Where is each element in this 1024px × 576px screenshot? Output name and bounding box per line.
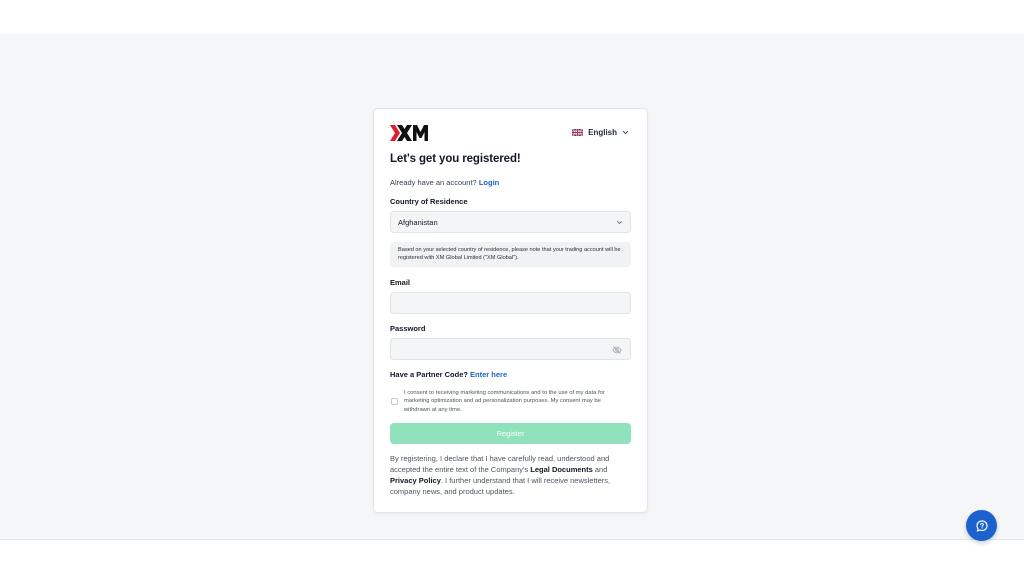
chat-button[interactable]: [966, 510, 997, 541]
language-label: English: [588, 128, 617, 137]
have-account-line: Already have an account? Login: [390, 178, 499, 187]
consent-checkbox[interactable]: [391, 398, 398, 405]
login-link[interactable]: Login: [479, 178, 499, 187]
partner-code-line: Have a Partner Code? Enter here: [390, 370, 507, 379]
eye-off-icon[interactable]: [612, 345, 622, 355]
residence-notice: Based on your selected country of reside…: [390, 242, 631, 267]
partner-prompt: Have a Partner Code?: [390, 370, 468, 379]
country-select[interactable]: Afghanistan: [390, 211, 631, 233]
email-field[interactable]: [390, 292, 631, 314]
consent-text: I consent to receiving marketing communi…: [404, 390, 605, 413]
page-title: Let's get you registered!: [390, 153, 521, 165]
enter-partner-code-link[interactable]: Enter here: [470, 370, 507, 379]
chat-bubble-icon: [975, 519, 988, 532]
legal-disclaimer: By registering, I declare that I have ca…: [390, 453, 634, 497]
country-value: Afghanistan: [398, 217, 438, 227]
chevron-down-icon: [622, 130, 629, 135]
register-button[interactable]: Register: [390, 423, 631, 444]
bottom-bar: [0, 540, 1024, 576]
top-bar: [0, 0, 1024, 34]
privacy-policy-link[interactable]: Privacy Policy: [390, 476, 441, 485]
have-account-text: Already have an account?: [390, 178, 477, 187]
legal-text-2: and: [592, 465, 608, 474]
xm-logo[interactable]: [390, 125, 428, 141]
email-label: Email: [390, 278, 411, 287]
chevron-down-icon: [616, 220, 623, 225]
uk-flag-icon: [572, 129, 584, 136]
legal-documents-link[interactable]: Legal Documents: [530, 465, 593, 474]
language-selector[interactable]: English: [572, 128, 629, 137]
password-label: Password: [390, 324, 426, 333]
registration-card: English Let's get you registered! Alread…: [373, 108, 648, 513]
country-label: Country of Residence: [390, 197, 468, 206]
password-field[interactable]: [390, 338, 631, 360]
